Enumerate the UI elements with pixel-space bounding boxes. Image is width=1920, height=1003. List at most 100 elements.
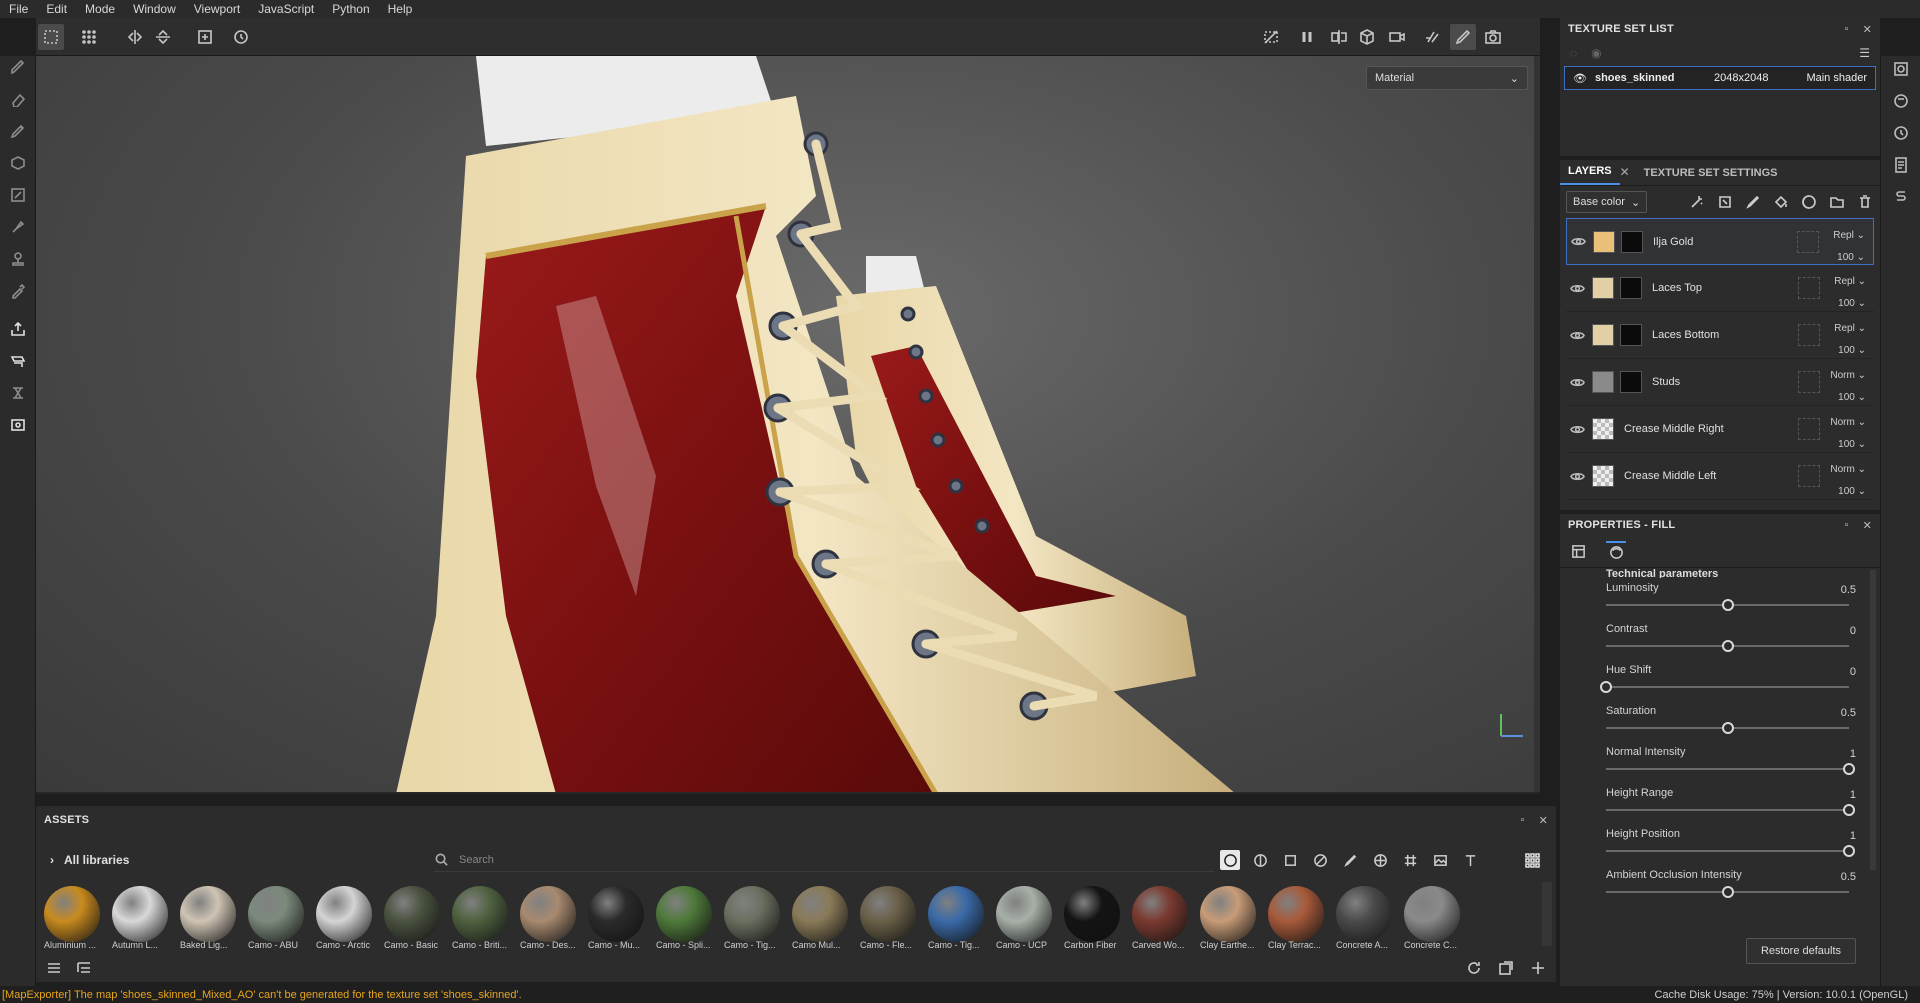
parameter-slider[interactable]: Contrast 0 [1606, 619, 1856, 660]
tab-layers[interactable]: LAYERS [1560, 165, 1620, 185]
parameter-slider[interactable]: Luminosity 0.5 [1606, 578, 1856, 619]
slider-track[interactable] [1606, 809, 1849, 811]
restore-defaults-button[interactable]: Restore defaults [1746, 938, 1856, 964]
stamp-tool-icon[interactable] [7, 248, 29, 270]
layer-blend-opacity[interactable]: Norm ⌄ 100 ⌄ [1830, 365, 1866, 409]
add-icon[interactable] [1530, 960, 1546, 979]
asset-thumbnail[interactable]: Carved Wo... [1132, 886, 1188, 950]
asset-thumbnail[interactable]: Camo - Tig... [724, 886, 780, 950]
undock-icon[interactable]: ▫ [1520, 814, 1524, 827]
layer-effect-slot[interactable] [1798, 418, 1820, 440]
layer-effect-slot[interactable] [1798, 324, 1820, 346]
eye-icon[interactable] [1566, 328, 1588, 343]
filter-particles-icon[interactable] [1370, 850, 1390, 870]
slider-handle[interactable] [1722, 599, 1734, 611]
layer-opacity[interactable]: 100 [1838, 486, 1855, 497]
parameter-slider[interactable]: Saturation 0.5 [1606, 701, 1856, 742]
eye-icon[interactable] [1566, 469, 1588, 484]
layer-opacity[interactable]: 100 [1838, 392, 1855, 403]
layer-thumbnail[interactable] [1592, 324, 1614, 346]
menu-lines-icon[interactable]: ☰ [1859, 46, 1870, 60]
asset-thumbnail[interactable]: Camo - UCP [996, 886, 1052, 950]
slider-handle[interactable] [1843, 845, 1855, 857]
slider-handle[interactable] [1722, 722, 1734, 734]
layer-effect-slot[interactable] [1798, 371, 1820, 393]
asset-thumbnail[interactable]: Camo - Fle... [860, 886, 916, 950]
layer-blend-opacity[interactable]: Repl ⌄ 100 ⌄ [1834, 318, 1866, 362]
eye-icon[interactable] [1566, 422, 1588, 437]
layer-effect-slot[interactable] [1798, 465, 1820, 487]
add-mask-layer-icon[interactable] [1716, 193, 1734, 211]
layer-blend-mode[interactable]: Repl [1833, 230, 1854, 241]
tab-texture-set-settings[interactable]: TEXTURE SET SETTINGS [1636, 167, 1786, 185]
menu-help[interactable]: Help [379, 0, 422, 18]
layer-row[interactable]: Laces Bottom Repl ⌄ 100 ⌄ [1566, 312, 1874, 359]
slider-handle[interactable] [1722, 886, 1734, 898]
layer-row[interactable]: Crease Middle Right Norm ⌄ 100 ⌄ [1566, 406, 1874, 453]
hide-icon[interactable] [1258, 24, 1284, 50]
asset-thumbnail[interactable]: Camo - Arctic [316, 886, 372, 950]
assets-scrollbar[interactable] [1542, 882, 1552, 946]
menu-javascript[interactable]: JavaScript [249, 0, 323, 18]
picker-tool-icon[interactable] [7, 280, 29, 302]
layer-mask-thumbnail[interactable] [1620, 277, 1642, 299]
filter-brushes-icon[interactable] [1340, 850, 1360, 870]
eye-icon[interactable] [1566, 281, 1588, 296]
layer-opacity[interactable]: 100 [1837, 252, 1854, 263]
texture-set-row[interactable]: 👁 shoes_skinned 2048x2048 Main shader [1564, 66, 1876, 90]
filter-smart-materials-icon[interactable] [1250, 850, 1270, 870]
layer-blend-opacity[interactable]: Repl ⌄ 100 ⌄ [1833, 225, 1865, 269]
undock-icon[interactable]: ▫ [1844, 23, 1848, 36]
layer-effect-slot[interactable] [1798, 277, 1820, 299]
add-paint-layer-icon[interactable] [1744, 193, 1762, 211]
layer-opacity[interactable]: 100 [1838, 345, 1855, 356]
search-input[interactable]: Search [434, 848, 1214, 872]
3d-viewport[interactable]: Material ⌄ [36, 56, 1540, 794]
history-dock-icon[interactable] [1890, 122, 1912, 144]
log-dock-icon[interactable] [1890, 154, 1912, 176]
hide-all-icon[interactable]: ◌ [1570, 46, 1577, 60]
asset-thumbnail[interactable]: Autumn L... [112, 886, 168, 950]
smudge-tool-icon[interactable] [7, 184, 29, 206]
channel-dropdown[interactable]: Base color ⌄ [1566, 191, 1648, 213]
pause-icon[interactable] [1294, 24, 1320, 50]
layer-opacity[interactable]: 100 [1838, 439, 1855, 450]
asset-thumbnail[interactable]: Camo - Mu... [588, 886, 644, 950]
history-icon[interactable] [228, 24, 254, 50]
asset-thumbnail[interactable]: Clay Terrac... [1268, 886, 1324, 950]
projection-tool-icon[interactable] [7, 120, 29, 142]
layer-blend-mode[interactable]: Norm [1830, 370, 1854, 381]
asset-thumbnail[interactable]: Concrete A... [1336, 886, 1392, 950]
parameter-value[interactable]: 1 [1850, 748, 1856, 760]
close-icon[interactable]: ✕ [1863, 519, 1872, 532]
slider-handle[interactable] [1843, 763, 1855, 775]
parameter-slider[interactable]: Ambient Occlusion Intensity 0.5 [1606, 865, 1856, 906]
asset-thumbnail[interactable]: Baked Lig... [180, 886, 236, 950]
layer-thumbnail[interactable] [1593, 230, 1615, 253]
layer-row[interactable]: Laces Top Repl ⌄ 100 ⌄ [1566, 265, 1874, 312]
library-selector[interactable]: › All libraries [50, 853, 129, 867]
layer-thumbnail[interactable] [1592, 277, 1614, 299]
layer-blend-mode[interactable]: Repl [1834, 276, 1855, 287]
split-view-icon[interactable] [1326, 24, 1352, 50]
layer-row[interactable]: Ilja Gold Repl ⌄ 100 ⌄ [1566, 218, 1874, 265]
asset-thumbnail[interactable]: Camo - Spli... [656, 886, 712, 950]
asset-thumbnail[interactable]: Aluminium ... [44, 886, 100, 950]
menu-file[interactable]: File [0, 0, 37, 18]
parameter-value[interactable]: 0.5 [1841, 584, 1856, 596]
layer-blend-mode[interactable]: Norm [1830, 417, 1854, 428]
substance-dock-icon[interactable] [1890, 186, 1912, 208]
layer-blend-opacity[interactable]: Norm ⌄ 100 ⌄ [1830, 412, 1866, 456]
filter-materials-icon[interactable] [1220, 850, 1240, 870]
show-all-icon[interactable]: ◉ [1591, 46, 1601, 60]
eye-icon[interactable] [1567, 234, 1589, 249]
new-window-icon[interactable] [1498, 960, 1514, 979]
texture-set-shader[interactable]: Main shader [1806, 72, 1867, 84]
close-icon[interactable]: ✕ [1539, 814, 1548, 827]
geometry-mask-icon[interactable] [7, 350, 29, 372]
layer-effect-slot[interactable] [1797, 231, 1819, 253]
layer-thumbnail[interactable] [1592, 371, 1614, 393]
layer-blend-opacity[interactable]: Norm ⌄ 100 ⌄ [1830, 459, 1866, 503]
cube-icon[interactable] [1354, 24, 1380, 50]
screenshot-camera-icon[interactable] [1480, 24, 1506, 50]
